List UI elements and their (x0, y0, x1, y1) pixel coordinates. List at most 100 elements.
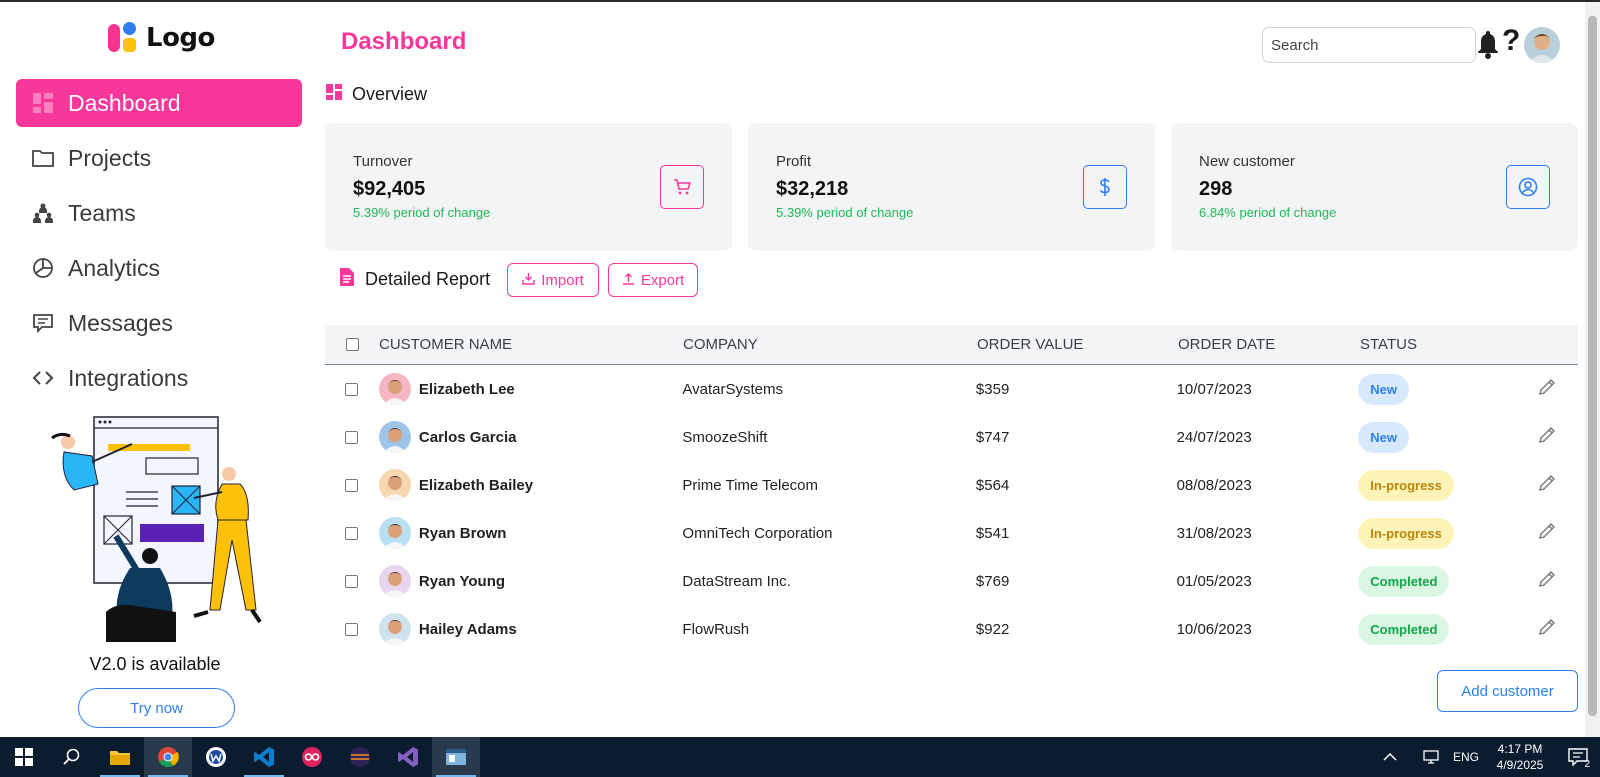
sidebar-item-projects[interactable]: Projects (16, 134, 302, 182)
export-button[interactable]: Export (608, 263, 698, 297)
eclipse-icon[interactable] (336, 737, 384, 777)
customer-name: Hailey Adams (418, 620, 517, 638)
scroll-thumb[interactable] (1588, 16, 1597, 716)
teams-icon (32, 202, 54, 224)
order-value-cell: $359 (975, 380, 1010, 398)
sidebar-item-integrations[interactable]: Integrations (16, 354, 302, 402)
stat-change: 5.39% period of change (776, 205, 914, 220)
column-header[interactable]: ORDER DATE (1178, 336, 1360, 353)
customer-name: Elizabeth Lee (418, 380, 515, 398)
status-badge: New (1358, 421, 1410, 453)
table-row[interactable]: Elizabeth Lee AvatarSystems $359 10/07/2023… (325, 365, 1578, 413)
edit-pencil-icon[interactable] (1538, 522, 1556, 544)
row-checkbox[interactable] (345, 430, 359, 444)
stat-card-profit: Profit $32,218 5.39% period of change (748, 123, 1155, 251)
customer-name: Ryan Brown (418, 524, 507, 542)
sidebar-item-teams[interactable]: Teams (16, 189, 302, 237)
company-cell: Prime Time Telecom (682, 476, 818, 494)
search-icon[interactable] (48, 737, 96, 777)
search-input[interactable] (1262, 27, 1476, 63)
select-all-checkbox[interactable] (345, 338, 359, 351)
chrome-icon[interactable] (144, 737, 192, 777)
dollar-icon[interactable] (1083, 165, 1127, 209)
try-now-button[interactable]: Try now (78, 688, 235, 728)
company-cell: DataStream Inc. (682, 572, 791, 590)
user-avatar[interactable] (1524, 27, 1560, 63)
row-checkbox[interactable] (345, 478, 359, 492)
column-header[interactable]: STATUS (1360, 336, 1540, 353)
sidebar-item-label: Dashboard (68, 89, 181, 116)
stat-change: 5.39% period of change (353, 205, 491, 220)
notification-icon[interactable]: 2 (1556, 748, 1600, 770)
import-button[interactable]: Import (507, 263, 599, 297)
company-cell: SmoozeShift (682, 428, 768, 446)
scrollbar[interactable] (1585, 2, 1600, 737)
order-value-cell: $541 (975, 524, 1010, 542)
column-header[interactable]: CUSTOMER NAME (379, 336, 683, 353)
help-icon[interactable]: ? (1502, 24, 1520, 58)
customer-name: Ryan Young (418, 572, 506, 590)
customer-avatar (378, 373, 411, 405)
column-header[interactable]: COMPANY (683, 336, 977, 353)
sidebar: Logo Dashboard Projects Teams Analytics (0, 2, 310, 737)
status-badge: In-progress (1358, 517, 1454, 549)
edit-pencil-icon[interactable] (1538, 426, 1556, 448)
status-badge: In-progress (1358, 469, 1454, 501)
order-date-cell: 31/08/2023 (1176, 524, 1252, 542)
table-row[interactable]: Elizabeth Bailey Prime Time Telecom $564 08… (325, 461, 1578, 509)
order-date-cell: 24/07/2023 (1176, 428, 1252, 446)
import-label: Import (541, 271, 584, 289)
edit-pencil-icon[interactable] (1538, 618, 1556, 640)
bell-icon[interactable] (1477, 28, 1499, 60)
customer-name: Elizabeth Bailey (418, 476, 534, 494)
company-cell: AvatarSystems (682, 380, 783, 398)
table-row[interactable]: Ryan Young DataStream Inc. $769 01/05/2023 C… (325, 557, 1578, 605)
row-checkbox[interactable] (345, 622, 359, 636)
report-title: Detailed Report (365, 269, 491, 289)
edit-pencil-icon[interactable] (1538, 378, 1556, 400)
code-icon (32, 367, 54, 389)
sidebar-nav: Dashboard Projects Teams Analytics Messa… (16, 79, 302, 409)
order-value-cell: $564 (975, 476, 1010, 494)
chevron-up-icon[interactable] (1366, 752, 1414, 762)
column-header[interactable]: ORDER VALUE (977, 336, 1178, 353)
user-circle-icon[interactable] (1506, 165, 1550, 209)
table-row[interactable]: Hailey Adams FlowRush $922 10/06/2023 Comple… (325, 605, 1578, 653)
stat-title: New customer (1199, 153, 1295, 170)
row-checkbox[interactable] (345, 382, 359, 396)
visual-studio-icon[interactable] (384, 737, 432, 777)
taskbar: ENG 4:17 PM 4/9/2025 2 (0, 737, 1600, 777)
pie-chart-icon (32, 257, 54, 279)
page-title: Dashboard (341, 28, 467, 55)
report-heading: Detailed Report (339, 268, 490, 291)
customer-avatar (378, 613, 411, 645)
overview-cards: Turnover $92,405 5.39% period of change … (325, 123, 1578, 251)
promo-text: V2.0 is available (89, 654, 221, 674)
order-date-cell: 01/05/2023 (1176, 572, 1252, 590)
row-checkbox[interactable] (345, 526, 359, 540)
add-customer-button[interactable]: Add customer (1437, 670, 1578, 712)
logo-mark-icon (108, 22, 138, 54)
table-row[interactable]: Ryan Brown OmniTech Corporation $541 31/08/… (325, 509, 1578, 557)
app-window-icon[interactable] (432, 737, 480, 777)
sidebar-item-analytics[interactable]: Analytics (16, 244, 302, 292)
customer-avatar (378, 565, 411, 597)
edit-pencil-icon[interactable] (1538, 570, 1556, 592)
app-w-icon[interactable] (192, 737, 240, 777)
sidebar-item-label: Projects (68, 144, 152, 171)
app-oo-icon[interactable] (288, 737, 336, 777)
network-icon[interactable] (1414, 749, 1448, 765)
table-row[interactable]: Carlos Garcia SmoozeShift $747 24/07/2023 Ne… (325, 413, 1578, 461)
logo[interactable]: Logo (108, 22, 215, 54)
windows-start-icon[interactable] (0, 737, 48, 777)
vscode-icon[interactable] (240, 737, 288, 777)
row-checkbox[interactable] (345, 574, 359, 588)
clock[interactable]: 4:17 PM 4/9/2025 (1484, 741, 1556, 773)
sidebar-item-dashboard[interactable]: Dashboard (16, 79, 302, 127)
edit-pencil-icon[interactable] (1538, 474, 1556, 496)
language-indicator[interactable]: ENG (1448, 750, 1484, 764)
file-explorer-icon[interactable] (96, 737, 144, 777)
sidebar-item-messages[interactable]: Messages (16, 299, 302, 347)
report-table: CUSTOMER NAME COMPANY ORDER VALUE ORDER … (325, 325, 1578, 653)
cart-icon[interactable] (660, 165, 704, 209)
